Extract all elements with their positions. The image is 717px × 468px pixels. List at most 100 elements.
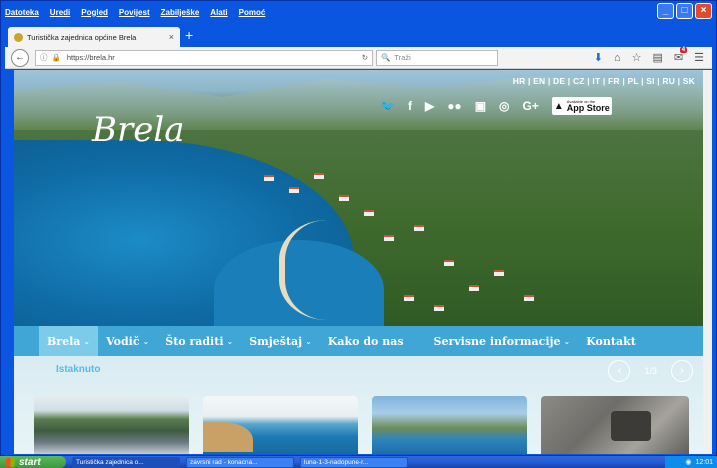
url-bar[interactable]: ⓘ 🔒 https://brela.hr ↻ (35, 49, 373, 66)
tab-bar: Turistička zajednica općine Brela × + (5, 23, 712, 47)
nav-kontakt[interactable]: Kontakt (578, 326, 644, 356)
lock-icon: 🔒 (51, 53, 61, 62)
town (244, 165, 704, 325)
vertical-scrollbar[interactable] (703, 70, 712, 454)
window-controls: _ □ × (657, 3, 712, 19)
featured-card-stone-house[interactable] (541, 396, 689, 454)
featured-card-coast[interactable] (372, 396, 527, 454)
menu-help[interactable]: Pomoć (239, 8, 266, 17)
house (289, 187, 299, 193)
menu-tools[interactable]: Alati (210, 8, 227, 17)
menu-edit[interactable]: Uredi (50, 8, 70, 17)
addon-badge: 4 (679, 47, 688, 53)
featured-card-marina[interactable] (34, 396, 189, 454)
download-icon[interactable]: ⬇ (594, 51, 603, 64)
bookmark-star-icon[interactable]: ☆ (632, 51, 642, 64)
chevron-down-icon: ⌄ (305, 336, 312, 346)
nav-label: Servisne informacije (433, 334, 561, 348)
house (364, 210, 374, 216)
featured-section: Istaknuto ‹ 1/3 › (14, 356, 709, 454)
minimize-button[interactable]: _ (657, 3, 674, 19)
house (469, 285, 479, 291)
nav-brela[interactable]: Brela ⌄ (39, 326, 99, 356)
nav-servisne-informacije[interactable]: Servisne informacije ⌄ (426, 326, 579, 356)
chevron-down-icon: ⌄ (226, 336, 234, 346)
menu-hamburger-icon[interactable]: ☰ (694, 51, 704, 64)
menu-bookmarks[interactable]: Zabilješke (161, 8, 200, 17)
instagram-icon[interactable]: ▣ (475, 99, 486, 113)
carousel-prev-button[interactable]: ‹ (608, 360, 631, 382)
carousel-next-button[interactable]: › (671, 360, 693, 382)
tray-icon[interactable]: ◉ (685, 458, 691, 466)
tab-title: Turistička zajednica općine Brela (27, 32, 137, 42)
search-placeholder: Traži (394, 53, 411, 62)
house (444, 260, 454, 266)
appstore-label: App Store (566, 103, 610, 113)
chevron-down-icon: ⌄ (563, 336, 571, 346)
menu-view[interactable]: Pogled (81, 8, 108, 17)
twitter-icon[interactable]: 🐦 (380, 99, 395, 113)
nav-label: Brela (47, 334, 81, 348)
main-navigation: Brela ⌄ Vodič ⌄ Što raditi ⌄ Smještaj ⌄ Kako… (14, 326, 709, 356)
search-input[interactable]: 🔍 Traži (376, 49, 498, 66)
page-viewport: Brela HR | EN | DE | CZ | IT | FR | PL |… (14, 70, 709, 454)
maximize-button[interactable]: □ (676, 3, 693, 19)
start-button[interactable]: start (0, 456, 66, 468)
house (494, 270, 504, 276)
tab-close-icon[interactable]: × (169, 32, 174, 42)
close-window-button[interactable]: × (695, 3, 712, 19)
facebook-icon[interactable]: f (408, 99, 412, 113)
flickr-icon[interactable]: ●● (447, 99, 462, 113)
taskbar-item-word[interactable]: zavrsni rad - konacna... (186, 456, 294, 468)
nav-sto-raditi[interactable]: Što raditi ⌄ (157, 326, 241, 356)
house (434, 305, 444, 311)
home-icon[interactable]: ⌂ (614, 52, 621, 64)
house (404, 295, 414, 301)
taskbar-item-firefox[interactable]: Turistička zajednica o... (72, 456, 180, 468)
navigation-bar: ← ⓘ 🔒 https://brela.hr ↻ 🔍 Traži ⬇ ⌂ ☆ ▤… (5, 47, 712, 69)
hero-image: Brela HR | EN | DE | CZ | IT | FR | PL |… (14, 70, 709, 326)
house (414, 225, 424, 231)
featured-card-sea[interactable] (203, 396, 358, 454)
house (524, 295, 534, 301)
menu-history[interactable]: Povijest (119, 8, 150, 17)
featured-title: Istaknuto (56, 364, 101, 375)
house (384, 235, 394, 241)
house (264, 175, 274, 181)
nav-kako-do-nas[interactable]: Kako do nas (320, 326, 412, 356)
tab-brela[interactable]: Turistička zajednica općine Brela × (8, 27, 180, 47)
start-label: start (19, 456, 41, 468)
nav-label: Kako do nas (327, 334, 404, 348)
language-selector[interactable]: HR | EN | DE | CZ | IT | FR | PL | SI | … (513, 76, 695, 86)
carousel-pager: ‹ 1/3 › (608, 360, 693, 382)
nav-label: Smještaj (249, 334, 303, 348)
search-icon: 🔍 (381, 53, 391, 62)
chevron-down-icon: ⌄ (83, 336, 91, 346)
back-button[interactable]: ← (11, 48, 29, 67)
addon-icon[interactable]: ✉ 4 (674, 47, 688, 64)
social-links: 🐦 f ▶ ●● ▣ ◎ G+ ▲ Available on the App S… (380, 97, 612, 115)
toolbar-icons: ⬇ ⌂ ☆ ▤ ✉ 4 ☰ (594, 47, 704, 64)
taskbar: start Turistička zajednica o... zavrsni … (0, 456, 717, 468)
google-plus-icon[interactable]: G+ (523, 99, 539, 113)
featured-cards (34, 396, 689, 454)
nav-label: Kontakt (586, 334, 636, 348)
tripadvisor-icon[interactable]: ◎ (499, 99, 509, 113)
nav-label: Vodič (106, 334, 140, 348)
info-icon[interactable]: ⓘ (40, 52, 48, 63)
clock: 12:01 (695, 458, 713, 466)
nav-label: Što raditi (165, 334, 224, 348)
favicon-icon (14, 32, 23, 42)
nav-vodic[interactable]: Vodič ⌄ (98, 326, 157, 356)
browser-window: Datoteka Uredi Pogled Povijest Zabilješk… (0, 0, 717, 456)
system-tray: ◉ 12:01 (665, 456, 717, 468)
app-store-badge[interactable]: ▲ Available on the App Store (551, 97, 612, 115)
nav-smjestaj[interactable]: Smještaj ⌄ (241, 326, 320, 356)
new-tab-button[interactable]: + (185, 27, 193, 43)
reload-icon[interactable]: ↻ (362, 53, 368, 62)
youtube-icon[interactable]: ▶ (425, 99, 434, 113)
taskbar-item-document[interactable]: luna-1-3-nadopune-r... (300, 456, 408, 468)
brela-logo[interactable]: Brela (92, 110, 185, 150)
reading-list-icon[interactable]: ▤ (653, 51, 663, 64)
menu-file[interactable]: Datoteka (5, 8, 39, 17)
